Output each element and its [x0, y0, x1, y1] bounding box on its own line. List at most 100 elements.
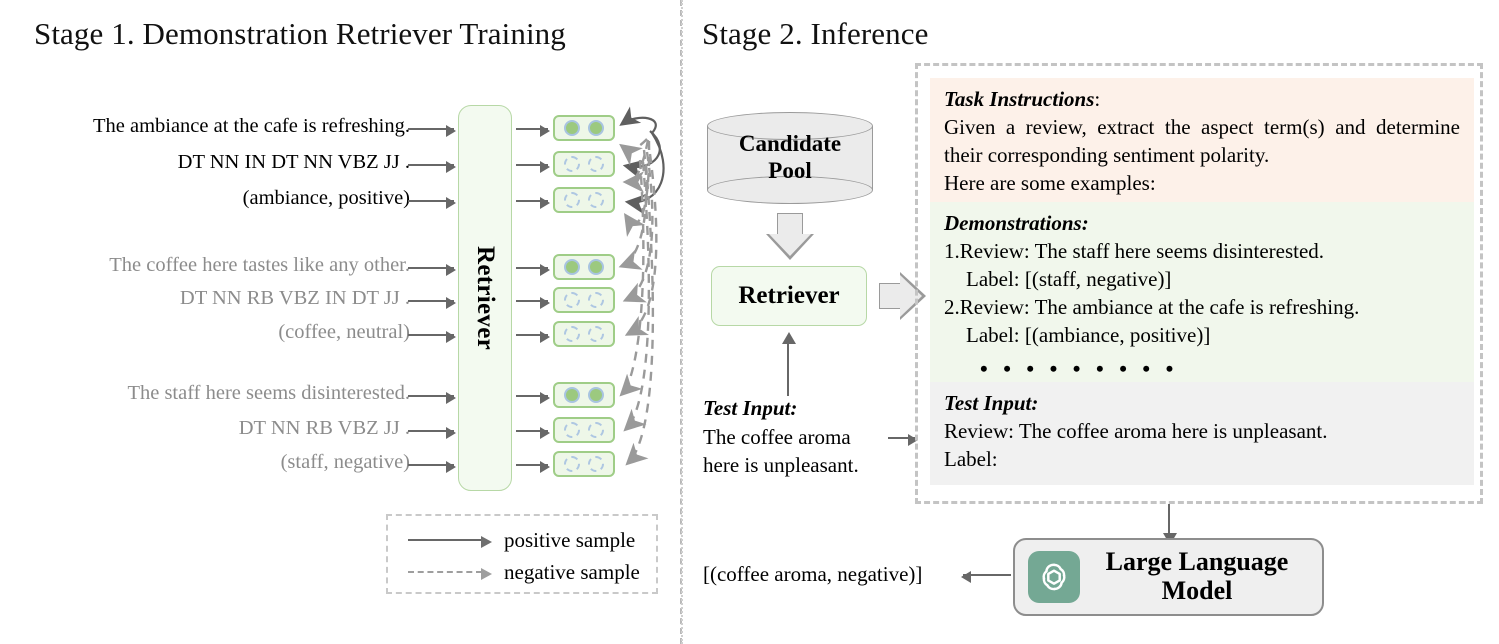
- embedding-anchor: [553, 115, 615, 141]
- embedding-anchor: [553, 382, 615, 408]
- stage1-sample-text: DT NN RB VBZ IN DT JJ .: [179, 287, 410, 309]
- embedding-arrow: [516, 125, 550, 137]
- embedding-arrow: [516, 297, 550, 309]
- embedding-dot: [588, 259, 605, 275]
- stage-divider: [680, 0, 683, 644]
- input-arrow: [408, 125, 456, 137]
- stage2-title: Stage 2. Inference: [702, 16, 929, 51]
- retriever-module-stage2[interactable]: Retriever: [711, 266, 867, 326]
- embedding-dot: [563, 292, 580, 308]
- embedding-arrow: [516, 197, 550, 209]
- solid-arrow-icon: [408, 536, 492, 548]
- task-instructions-section: Task Instructions: Given a review, extra…: [930, 78, 1474, 209]
- input-arrow: [408, 331, 456, 343]
- embedding-arrow: [516, 161, 550, 173]
- embedding-arrow: [516, 461, 550, 473]
- task-instructions-body: Given a review, extract the aspect term(…: [944, 115, 1460, 167]
- test-input-heading: Test Input:: [703, 396, 798, 420]
- demonstration-label: Label: [(staff, negative)]: [966, 266, 1172, 291]
- openai-logo-icon: [1028, 551, 1080, 603]
- embedding-dot: [588, 120, 605, 136]
- stage1-sample-text: DT NN RB VBZ JJ .: [238, 417, 410, 439]
- test-input-section-heading: Test Input:: [944, 391, 1039, 415]
- task-instructions-heading-colon: :: [1094, 87, 1101, 111]
- stage1-sample-row: The coffee here tastes like any other.: [0, 255, 410, 279]
- test-input-review: Review: The coffee aroma here is unpleas…: [944, 419, 1328, 443]
- input-arrow: [408, 197, 456, 209]
- embedding-dot: [588, 387, 605, 403]
- embedding-dot: [588, 422, 605, 438]
- embedding-vector: [553, 287, 615, 313]
- legend-label-positive: positive sample: [504, 527, 636, 552]
- llm-label-line1: Large Language: [1105, 547, 1289, 577]
- retriever-module-stage1[interactable]: Retriever: [458, 105, 512, 491]
- test-input-arrow-right: [888, 434, 918, 446]
- stage1-sample-row: (coffee, neutral): [0, 322, 410, 346]
- embedding-dot: [563, 387, 580, 403]
- task-instructions-examples-line: Here are some examples:: [944, 170, 1156, 195]
- candidate-pool-label: Candidate Pool: [707, 130, 873, 184]
- retriever-label: Retriever: [472, 245, 499, 351]
- stage1-title: Stage 1. Demonstration Retriever Trainin…: [34, 16, 566, 51]
- input-arrow: [408, 264, 456, 276]
- prompt-container: Task Instructions: Given a review, extra…: [915, 63, 1483, 504]
- embedding-dot: [563, 156, 580, 172]
- demonstrations-ellipsis: • • • • • • • • •: [980, 355, 1179, 381]
- stage1-sample-text: The coffee here tastes like any other.: [109, 254, 410, 276]
- candidate-pool-cylinder[interactable]: Candidate Pool: [707, 112, 873, 204]
- legend-row-positive: positive sample: [408, 527, 636, 552]
- embedding-dot: [563, 259, 580, 275]
- embedding-dot: [588, 192, 605, 208]
- input-arrow: [408, 161, 456, 173]
- input-arrow: [408, 392, 456, 404]
- stage1-sample-row: DT NN RB VBZ IN DT JJ .: [0, 288, 410, 312]
- candidate-pool-label-line1: Candidate: [738, 131, 842, 156]
- large-language-model-box[interactable]: Large Language Model: [1013, 538, 1324, 616]
- legend-row-negative: negative sample: [408, 559, 640, 584]
- stage1-sample-text: The staff here seems disinterested.: [127, 382, 410, 404]
- input-arrow: [408, 427, 456, 439]
- embedding-dot: [563, 326, 580, 342]
- test-input-section: Test Input: Review: The coffee aroma her…: [930, 382, 1474, 485]
- input-arrow: [408, 461, 456, 473]
- llm-output-text: [(coffee aroma, negative)]: [703, 562, 923, 586]
- embedding-vector: [553, 321, 615, 347]
- stage1-sample-text: DT NN IN DT NN VBZ JJ .: [177, 151, 410, 173]
- stage1-sample-row: The ambiance at the cafe is refreshing.: [0, 116, 410, 140]
- embedding-dot: [563, 120, 580, 136]
- llm-output-arrow: [961, 571, 1011, 583]
- embedding-dot: [563, 456, 580, 472]
- legend: positive sample negative sample: [386, 514, 658, 594]
- embedding-vector: [553, 451, 615, 477]
- stage1-sample-row: DT NN IN DT NN VBZ JJ .: [0, 152, 410, 176]
- test-input-value: The coffee aroma here is unpleasant.: [703, 425, 859, 478]
- embedding-dot: [588, 326, 605, 342]
- stage1-sample-text: (coffee, neutral): [278, 321, 410, 343]
- embedding-vector: [553, 151, 615, 177]
- prompt-to-llm-arrow: [1163, 504, 1177, 545]
- input-arrow: [408, 297, 456, 309]
- test-input-label-line: Label:: [944, 446, 998, 471]
- stage1-sample-text: The ambiance at the cafe is refreshing.: [92, 115, 410, 137]
- stage1-sample-row: DT NN RB VBZ JJ .: [0, 418, 410, 442]
- demonstration-review: 1.Review: The staff here seems disintere…: [944, 239, 1325, 263]
- embedding-anchor: [553, 254, 615, 280]
- stage1-sample-row: (ambiance, positive): [0, 188, 410, 212]
- retriever2-label: Retriever: [738, 282, 840, 309]
- legend-label-negative: negative sample: [504, 559, 640, 584]
- task-instructions-heading: Task Instructions:: [944, 87, 1460, 112]
- task-instructions-heading-text: Task Instructions: [944, 87, 1095, 111]
- embedding-arrow: [516, 427, 550, 439]
- embedding-dot: [588, 156, 605, 172]
- stage1-sample-text: (staff, negative): [280, 451, 410, 473]
- demonstration-label: Label: [(ambiance, positive)]: [966, 322, 1211, 347]
- llm-label-line2: Model: [1161, 576, 1233, 605]
- stage1-sample-row: The staff here seems disinterested.: [0, 383, 410, 407]
- dashed-arrow-icon: [408, 568, 492, 580]
- test-input-arrow-up: [782, 332, 796, 396]
- embedding-arrow: [516, 264, 550, 276]
- candidate-pool-label-line2: Pool: [768, 158, 812, 184]
- demonstrations-heading: Demonstrations:: [944, 211, 1089, 235]
- embedding-arrow: [516, 392, 550, 404]
- stage1-sample-row: (staff, negative): [0, 452, 410, 476]
